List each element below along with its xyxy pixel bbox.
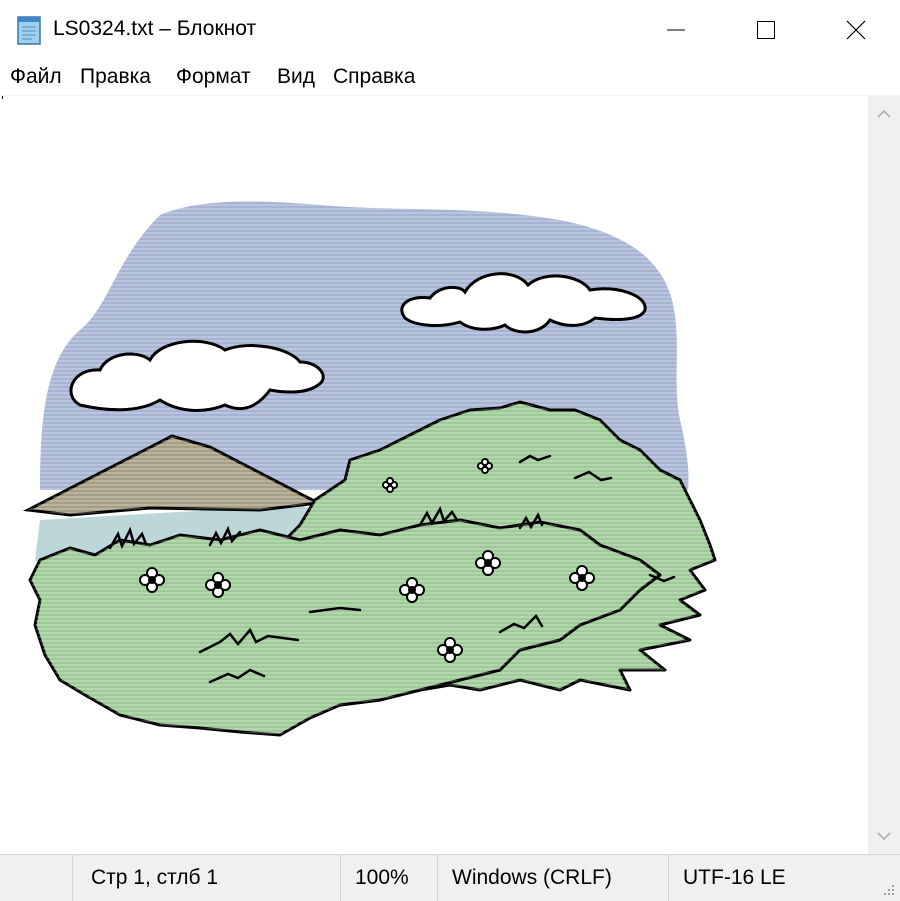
vertical-scrollbar[interactable] [868,96,900,854]
resize-grip-icon[interactable] [880,881,896,897]
close-button[interactable] [811,0,900,60]
minimize-icon [667,29,685,31]
menu-bar: Файл Правка Формат Вид Справка [0,60,900,96]
notepad-window: LS0324.txt – Блокнот Файл Правка Формат … [0,0,900,901]
encoding: UTF-16 LE [668,855,868,901]
scroll-up-button[interactable] [868,96,900,132]
minimize-button[interactable] [631,0,721,60]
notepad-icon [17,16,41,45]
menu-view[interactable]: Вид [277,65,315,89]
menu-format[interactable]: Формат [176,65,251,89]
maximize-button[interactable] [721,0,811,60]
landscape-illustration [22,201,717,737]
title-bar[interactable]: LS0324.txt – Блокнот [0,0,900,60]
line-ending: Windows (CRLF) [437,855,668,901]
scroll-down-button[interactable] [868,818,900,854]
cursor-position: Стр 1, стлб 1 [72,855,340,901]
zoom-level: 100% [340,855,437,901]
text-caret [2,96,3,99]
chevron-up-icon [877,109,891,118]
menu-file[interactable]: Файл [10,65,62,89]
text-editor-area[interactable] [0,96,868,854]
maximize-icon [757,21,775,39]
window-title: LS0324.txt – Блокнот [53,17,257,40]
menu-help[interactable]: Справка [333,65,415,89]
chevron-down-icon [877,832,891,841]
menu-edit[interactable]: Правка [80,65,151,89]
close-icon [846,20,866,40]
status-bar: Стр 1, стлб 1 100% Windows (CRLF) UTF-16… [0,854,900,901]
